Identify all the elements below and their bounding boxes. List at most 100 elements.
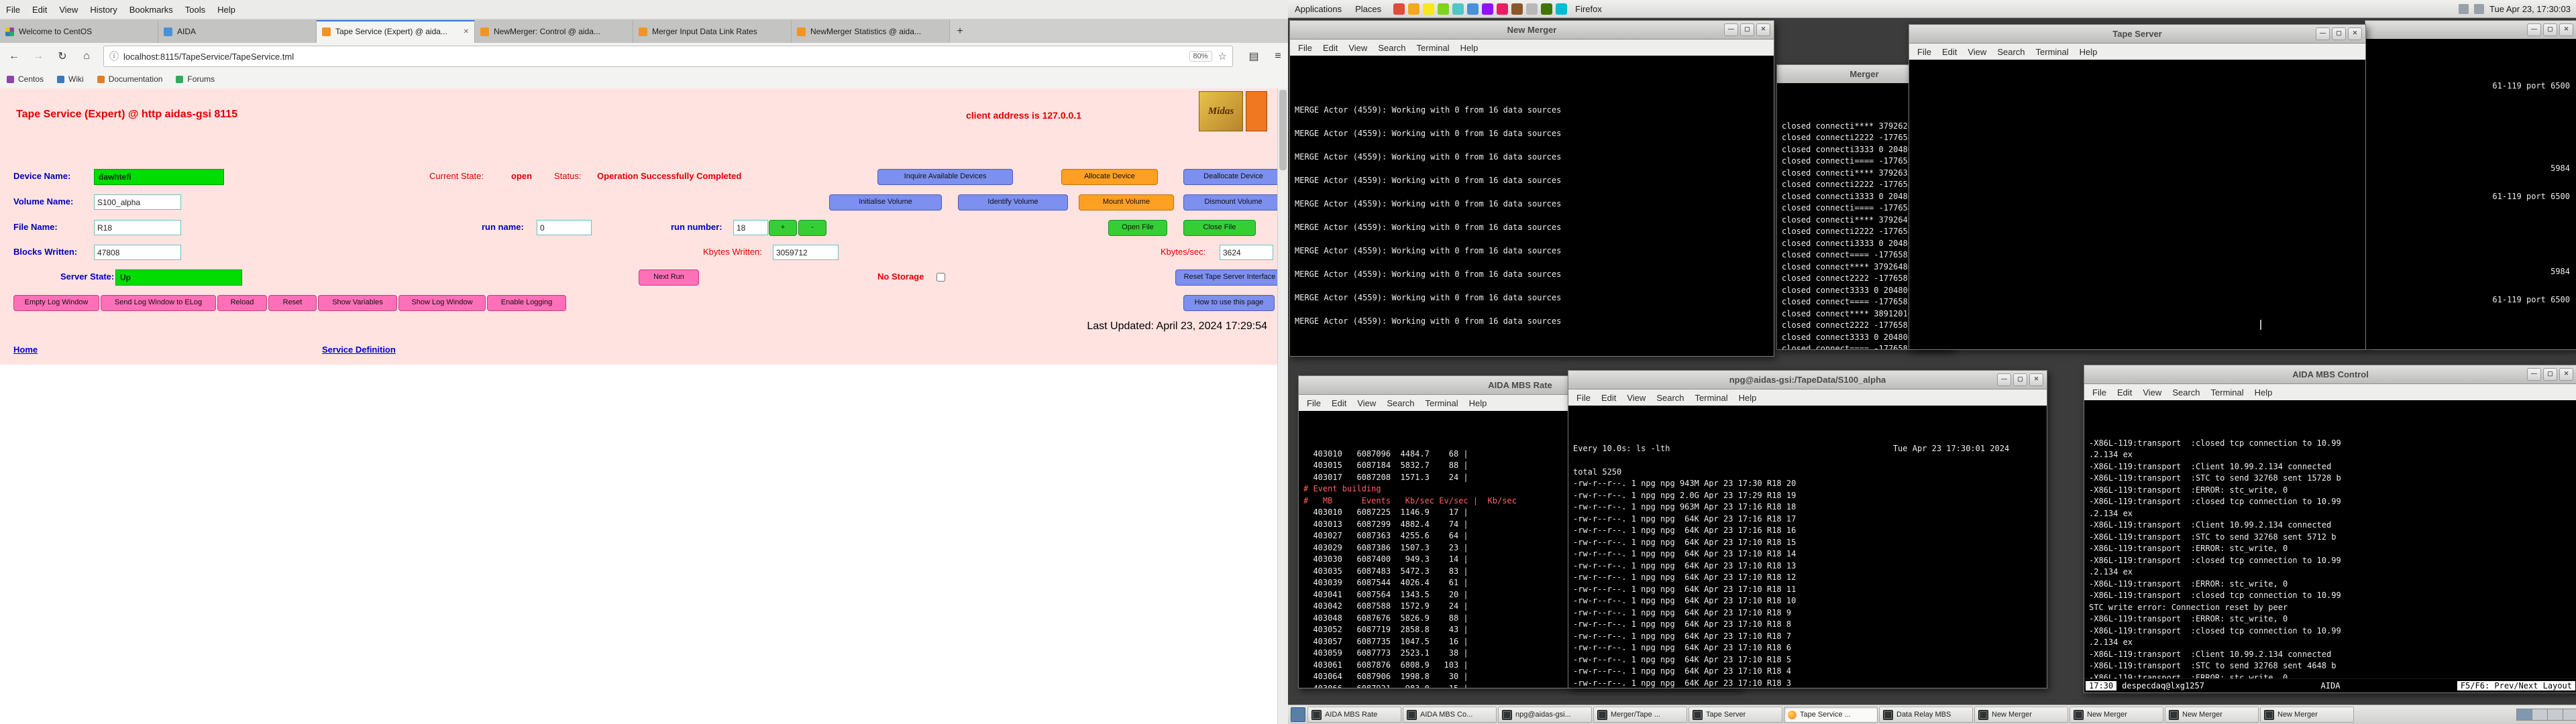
menu-item[interactable]: Help [1733, 393, 1762, 403]
close-icon[interactable]: ✕ [1756, 23, 1770, 36]
menu-item[interactable]: View [1352, 398, 1381, 408]
kbytes-per-sec-input[interactable] [1220, 245, 1273, 260]
window-titlebar[interactable]: npg@aidas-gsi:/TapeData/S100_alpha — ▢ ✕ [1568, 371, 2047, 389]
blocks-written-input[interactable] [94, 245, 181, 260]
menu-item[interactable]: Search [2167, 387, 2205, 398]
bookmark-item[interactable]: Wiki [50, 74, 91, 84]
taskbar-window-button[interactable]: Data Relay MBS [1879, 707, 1973, 723]
menu-item[interactable]: Terminal [1420, 398, 1464, 408]
maximize-icon[interactable]: ▢ [2543, 368, 2557, 381]
taskbar-window-button[interactable]: New Merger [2260, 707, 2354, 723]
workspace-cell[interactable] [2563, 709, 2576, 720]
browser-tab[interactable]: NewMerger Statistics @ aida... [792, 20, 950, 43]
how-to-use-this-page-button[interactable]: How to use this page [1183, 295, 1275, 311]
panel-app-icon[interactable] [1541, 3, 1552, 15]
menu-item[interactable]: View [2137, 387, 2167, 398]
run-number-decrement-button[interactable]: - [798, 220, 826, 236]
menu-item[interactable]: File [1301, 398, 1326, 408]
show-desktop-icon[interactable] [1291, 707, 1305, 722]
minimize-icon[interactable]: — [2316, 27, 2330, 40]
terminal-content[interactable]: 61-119 port 6500598461-119 port 65005984… [2365, 39, 2576, 349]
panel-app-icon[interactable] [1556, 3, 1567, 15]
hamburger-menu-button[interactable]: ≡ [1268, 46, 1288, 66]
show-variables-button[interactable]: Show Variables [318, 295, 397, 311]
close-icon[interactable]: ✕ [2559, 23, 2573, 36]
volume-name-input[interactable] [94, 194, 181, 210]
device-name-select[interactable]: dawhtefi [94, 169, 224, 185]
minimize-icon[interactable]: — [2527, 368, 2541, 381]
window-titlebar[interactable]: Tape Server — ▢ ✕ [1909, 25, 2365, 44]
browser-tab[interactable]: AIDA [158, 20, 317, 43]
workspace-cell[interactable] [2548, 709, 2563, 720]
bookmark-item[interactable]: Documentation [91, 74, 170, 84]
menu-item[interactable]: Tools [179, 5, 211, 15]
browser-tab[interactable]: Merger Input Data Link Rates [633, 20, 792, 43]
mount-volume-button[interactable]: Mount Volume [1079, 194, 1174, 210]
menu-item[interactable]: History [84, 5, 123, 15]
bookmark-item[interactable]: Forums [169, 74, 221, 84]
clock[interactable]: Tue Apr 23, 17:30:03 [2489, 4, 2571, 14]
send-log-window-to-elog-button[interactable]: Send Log Window to ELog [101, 295, 216, 311]
zoom-level[interactable]: 80% [1189, 51, 1212, 62]
show-log-window-button[interactable]: Show Log Window [398, 295, 486, 311]
panel-app-icon[interactable] [1452, 3, 1464, 15]
menu-item[interactable]: Bookmarks [123, 5, 179, 15]
workspace-cell[interactable] [2532, 709, 2548, 720]
enable-logging-button[interactable]: Enable Logging [487, 295, 566, 311]
close-icon[interactable]: ✕ [2559, 368, 2573, 381]
reload-button[interactable]: ↻ [52, 46, 72, 66]
maximize-icon[interactable]: ▢ [2013, 373, 2027, 386]
maximize-icon[interactable]: ▢ [2332, 27, 2346, 40]
menu-item[interactable]: View [53, 5, 84, 15]
menu-item[interactable]: Help [211, 5, 241, 15]
taskbar-window-button[interactable]: Tape Server [1688, 707, 1782, 723]
menu-item[interactable]: Help [2249, 387, 2278, 398]
reset-button-page[interactable]: Reset [268, 295, 317, 311]
maximize-icon[interactable]: ▢ [1740, 23, 1754, 36]
menu-item[interactable]: View [1621, 393, 1651, 403]
applications-menu[interactable]: Applications [1288, 0, 1348, 17]
network-tray-icon[interactable] [2474, 4, 2484, 14]
menu-item[interactable]: Help [2074, 47, 2103, 57]
forward-button[interactable]: → [28, 46, 48, 66]
menu-item[interactable]: Terminal [1690, 393, 1733, 403]
menu-item[interactable]: File [1912, 47, 1937, 57]
menu-item[interactable]: File [2087, 387, 2112, 398]
bookmark-star-icon[interactable]: ☆ [1218, 50, 1227, 62]
minimize-icon[interactable]: — [1997, 373, 2011, 386]
panel-app-icon[interactable] [1497, 3, 1508, 15]
menu-item[interactable]: View [1962, 47, 1992, 57]
menu-item[interactable]: Edit [1318, 43, 1343, 53]
terminal-content[interactable]: MERGE Actor (4559): Working with 0 from … [1290, 56, 1774, 356]
terminal-content[interactable]: -X86L-119:transport :closed tcp connecti… [2084, 400, 2576, 679]
dismount-volume-button[interactable]: Dismount Volume [1183, 194, 1278, 210]
run-number-increment-button[interactable]: + [769, 220, 797, 236]
site-info-icon[interactable]: ⓘ [109, 50, 119, 63]
reload-button-page[interactable]: Reload [217, 295, 267, 311]
file-name-input[interactable] [94, 220, 181, 235]
server-state-select[interactable]: Up [115, 269, 242, 286]
empty-log-window-button[interactable]: Empty Log Window [13, 295, 99, 311]
back-button[interactable]: ← [4, 46, 24, 66]
panel-app-icon[interactable] [1423, 3, 1434, 15]
home-button[interactable]: ⌂ [76, 46, 97, 66]
close-file-button[interactable]: Close File [1183, 220, 1256, 236]
initialise-volume-button[interactable]: Initialise Volume [829, 194, 942, 210]
window-titlebar[interactable]: AIDA MBS Control — ▢ ✕ [2084, 365, 2576, 384]
menu-item[interactable]: View [1343, 43, 1373, 53]
next-run-button[interactable]: Next Run [639, 269, 699, 286]
scrollbar-thumb[interactable] [1279, 90, 1287, 170]
bookmark-item[interactable]: Centos [0, 74, 50, 84]
reset-tape-server-interface-button[interactable]: Reset Tape Server Interface [1175, 269, 1278, 286]
taskbar-window-button[interactable]: New Merger [2070, 707, 2163, 723]
menu-item[interactable]: Edit [1596, 393, 1621, 403]
panel-app-icon[interactable] [1467, 3, 1479, 15]
panel-app-icon[interactable] [1393, 3, 1405, 15]
menu-item[interactable]: Search [1651, 393, 1689, 403]
service-definition-link[interactable]: Service Definition [322, 345, 396, 355]
panel-app-icon[interactable] [1438, 3, 1449, 15]
menu-item[interactable]: File [1571, 393, 1596, 403]
browser-tab[interactable]: Tape Service (Expert) @ aida... [317, 20, 475, 43]
places-menu[interactable]: Places [1348, 0, 1388, 17]
window-titlebar[interactable]: New Merger — ▢ ✕ [1290, 21, 1774, 40]
